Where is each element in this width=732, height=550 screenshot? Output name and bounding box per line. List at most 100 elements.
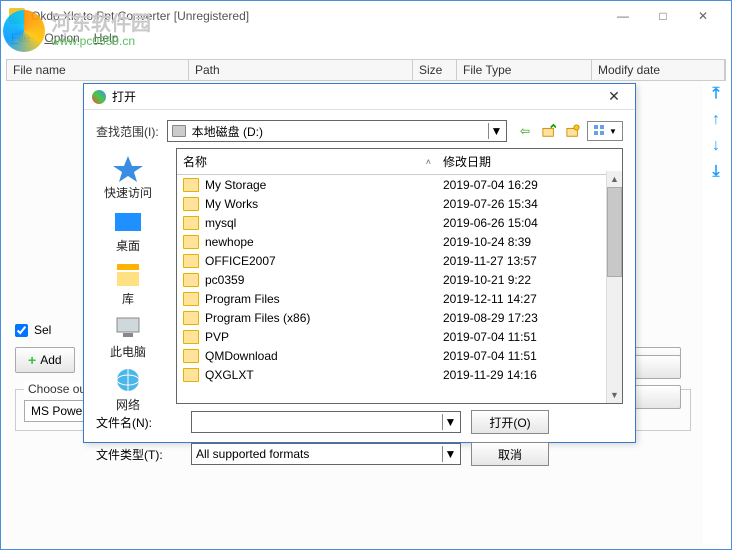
folder-name: pc0359: [205, 273, 443, 287]
folder-icon: [183, 349, 199, 363]
folder-name: QMDownload: [205, 349, 443, 363]
filetype-combo[interactable]: All supported formats ▼: [191, 443, 461, 465]
scroll-thumb[interactable]: [607, 187, 622, 277]
select-all-label: Sel: [34, 323, 51, 337]
file-list[interactable]: 名称 ˄ 修改日期 My Storage2019-07-04 16:29My W…: [176, 148, 623, 404]
folder-icon: [183, 273, 199, 287]
dialog-app-icon: [92, 90, 106, 104]
file-list-scrollbar[interactable]: ▲ ▼: [606, 171, 622, 403]
folder-icon: [183, 235, 199, 249]
folder-name: mysql: [205, 216, 443, 230]
folder-icon: [183, 368, 199, 382]
add-file-button[interactable]: + Add: [15, 347, 75, 373]
place-desktop[interactable]: 桌面: [84, 205, 172, 256]
drive-icon: [172, 125, 186, 137]
col-date-header[interactable]: 修改日期: [437, 149, 622, 174]
folder-row[interactable]: My Storage2019-07-04 16:29: [177, 175, 622, 194]
lookin-combo[interactable]: 本地磁盘 (D:) ▼: [167, 120, 507, 142]
move-up-icon[interactable]: ↑: [707, 110, 725, 130]
folder-date: 2019-07-04 11:51: [443, 330, 616, 344]
chevron-down-icon[interactable]: ▼: [488, 123, 504, 139]
col-filetype[interactable]: File Type: [457, 60, 592, 80]
col-size[interactable]: Size: [413, 60, 457, 80]
move-bottom-icon[interactable]: ⤓: [707, 162, 725, 182]
sort-caret-icon: ˄: [426, 157, 431, 167]
lookin-value: 本地磁盘 (D:): [192, 123, 263, 140]
folder-name: OFFICE2007: [205, 254, 443, 268]
move-top-icon[interactable]: ⤒: [707, 84, 725, 104]
place-this-pc[interactable]: 此电脑: [84, 311, 172, 362]
folder-icon: [183, 197, 199, 211]
watermark: 河东软件园 www.pc0359.cn: [3, 3, 243, 59]
folder-date: 2019-07-26 15:34: [443, 197, 616, 211]
folder-row[interactable]: QMDownload2019-07-04 11:51: [177, 346, 622, 365]
dialog-close-button[interactable]: ✕: [601, 86, 627, 108]
folder-row[interactable]: OFFICE20072019-11-27 13:57: [177, 251, 622, 270]
folder-row[interactable]: mysql2019-06-26 15:04: [177, 213, 622, 232]
folder-icon: [183, 216, 199, 230]
folder-date: 2019-10-24 8:39: [443, 235, 616, 249]
folder-row[interactable]: My Works2019-07-26 15:34: [177, 194, 622, 213]
folder-date: 2019-11-29 14:16: [443, 368, 616, 382]
file-list-header: File name Path Size File Type Modify dat…: [6, 59, 726, 81]
col-path[interactable]: Path: [189, 60, 413, 80]
chevron-down-icon[interactable]: ▼: [442, 446, 458, 462]
dialog-title: 打开: [112, 88, 136, 105]
watermark-url: www.pc0359.cn: [51, 35, 151, 48]
open-button[interactable]: 打开(O): [471, 410, 549, 434]
new-folder-button[interactable]: [563, 121, 583, 141]
filename-input[interactable]: ▼: [191, 411, 461, 433]
plus-icon: +: [28, 352, 36, 368]
chevron-down-icon[interactable]: ▼: [442, 414, 458, 430]
folder-row[interactable]: QXGLXT2019-11-29 14:16: [177, 365, 622, 384]
folder-date: 2019-07-04 16:29: [443, 178, 616, 192]
places-bar: 快速访问 桌面 库 此电脑 网络: [84, 148, 172, 404]
folder-date: 2019-10-21 9:22: [443, 273, 616, 287]
move-down-icon[interactable]: ↓: [707, 136, 725, 156]
folder-name: Program Files (x86): [205, 311, 443, 325]
up-one-level-button[interactable]: [539, 121, 559, 141]
filename-label: 文件名(N):: [96, 414, 181, 431]
view-menu-button[interactable]: ▼: [587, 121, 623, 141]
add-label: Add: [40, 353, 61, 367]
folder-icon: [183, 292, 199, 306]
folder-row[interactable]: pc03592019-10-21 9:22: [177, 270, 622, 289]
close-button[interactable]: ✕: [683, 3, 723, 29]
folder-name: My Works: [205, 197, 443, 211]
folder-date: 2019-08-29 17:23: [443, 311, 616, 325]
place-library[interactable]: 库: [84, 258, 172, 309]
watermark-text: 河东软件园: [51, 13, 151, 35]
watermark-logo-icon: [3, 10, 45, 52]
maximize-button[interactable]: □: [643, 3, 683, 29]
place-quick-access[interactable]: 快速访问: [84, 152, 172, 203]
filetype-label: 文件类型(T):: [96, 446, 181, 463]
folder-icon: [183, 330, 199, 344]
col-filename[interactable]: File name: [7, 60, 189, 80]
file-list-header-row: 名称 ˄ 修改日期: [177, 149, 622, 175]
col-name-header[interactable]: 名称 ˄: [177, 149, 437, 174]
place-network[interactable]: 网络: [84, 364, 172, 415]
col-modifydate[interactable]: Modify date: [592, 60, 725, 80]
reorder-controls: ⤒ ↑ ↓ ⤓: [707, 84, 725, 182]
folder-date: 2019-11-27 13:57: [443, 254, 616, 268]
folder-date: 2019-12-11 14:27: [443, 292, 616, 306]
scroll-down-icon[interactable]: ▼: [607, 387, 622, 403]
folder-name: QXGLXT: [205, 368, 443, 382]
folder-row[interactable]: newhope2019-10-24 8:39: [177, 232, 622, 251]
folder-row[interactable]: PVP2019-07-04 11:51: [177, 327, 622, 346]
folder-row[interactable]: Program Files (x86)2019-08-29 17:23: [177, 308, 622, 327]
folder-row[interactable]: Program Files2019-12-11 14:27: [177, 289, 622, 308]
select-all-checkbox[interactable]: [15, 324, 28, 337]
folder-icon: [183, 178, 199, 192]
back-button[interactable]: ⇦: [515, 121, 535, 141]
folder-icon: [183, 311, 199, 325]
folder-name: My Storage: [205, 178, 443, 192]
minimize-button[interactable]: —: [603, 3, 643, 29]
dialog-titlebar[interactable]: 打开 ✕: [84, 84, 635, 110]
folder-date: 2019-06-26 15:04: [443, 216, 616, 230]
cancel-button[interactable]: 取消: [471, 442, 549, 466]
lookin-label: 查找范围(I):: [96, 123, 159, 140]
scroll-up-icon[interactable]: ▲: [607, 171, 622, 187]
folder-name: newhope: [205, 235, 443, 249]
folder-name: PVP: [205, 330, 443, 344]
